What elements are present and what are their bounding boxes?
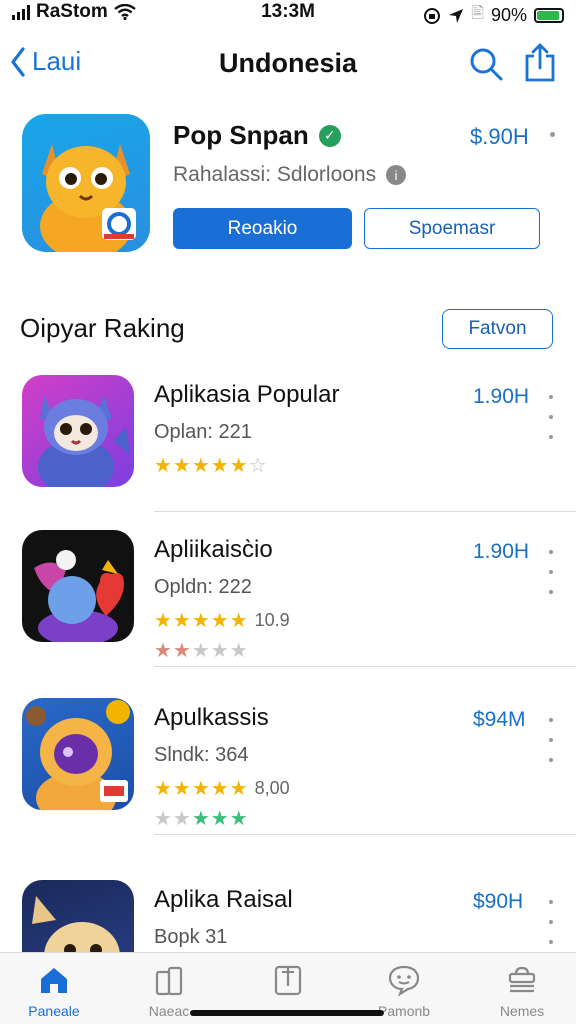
app-meta: Slndk: 364 xyxy=(154,744,249,766)
app-price[interactable]: $90H xyxy=(473,890,523,914)
app-title: Aplika Raisal xyxy=(154,886,293,913)
divider xyxy=(154,834,576,835)
tab-home[interactable]: Paneale xyxy=(6,963,102,1019)
section-see-all-button[interactable]: Fatvon xyxy=(442,309,553,349)
search-icon[interactable] xyxy=(468,46,504,82)
book-icon xyxy=(274,965,302,996)
app-title: Apliikaisc̀io xyxy=(154,536,273,563)
status-right: 🖹 90% xyxy=(423,2,564,29)
featured-secondary-button[interactable]: Spoemasr xyxy=(364,208,540,249)
star-rating: ★★★★★ 8,00 xyxy=(154,776,290,801)
more-options-icon[interactable] xyxy=(546,900,556,944)
secondary-star-rating: ★★ ★★★ xyxy=(154,638,249,663)
orientation-lock-icon xyxy=(424,7,441,24)
featured-app-subtitle: Rahalassi: Sdlorloons i xyxy=(173,163,407,187)
nav-bar: Laui Undonesia xyxy=(0,38,576,90)
app-meta: Bopk 31 xyxy=(154,926,228,948)
list-item[interactable]: Aplikasia Popular 1.90H Oplan: 221 ★★★★★… xyxy=(0,375,576,545)
featured-app-price[interactable]: $.90H xyxy=(470,124,529,150)
featured-app-title: Pop Snpan xyxy=(173,120,309,150)
app-meta: Opldn: 222 xyxy=(154,576,252,598)
more-options-icon[interactable] xyxy=(546,550,556,594)
star-empty-icon: ★★★ xyxy=(191,640,249,662)
star-icon: ★★★★★ xyxy=(154,778,249,800)
featured-app-name: Pop Snpan ✓ xyxy=(173,120,341,151)
tab-stack[interactable]: Nemes xyxy=(474,963,570,1019)
home-indicator[interactable] xyxy=(190,1010,384,1016)
divider xyxy=(154,666,576,667)
info-icon[interactable]: i xyxy=(386,165,407,185)
share-icon[interactable] xyxy=(522,42,558,84)
app-title: Apulkassis xyxy=(154,704,269,731)
status-bar: RaStom 13:3M 🖹 90% xyxy=(0,0,576,26)
star-outline-icon: ☆ xyxy=(248,455,268,477)
bird-heart-icon xyxy=(34,550,124,642)
app-title: Aplikasia Popular xyxy=(154,381,340,408)
location-icon xyxy=(449,8,464,23)
featured-primary-button[interactable]: Reoakio xyxy=(173,208,352,249)
app-icon[interactable] xyxy=(22,698,134,810)
section-title: Oipyar Raking xyxy=(20,313,185,343)
chat-icon xyxy=(388,965,420,996)
battery-icon xyxy=(534,8,564,23)
owl-mascot-icon xyxy=(38,395,130,487)
battery-percent: 90% xyxy=(490,5,527,25)
back-button[interactable]: Laui xyxy=(10,46,81,77)
featured-app-developer: Rahalassi: Sdlorloons xyxy=(173,163,377,186)
featured-app-icon[interactable] xyxy=(22,114,150,252)
back-label: Laui xyxy=(32,46,82,76)
list-item[interactable]: Apulkassis $94M Slndk: 364 ★★★★★ 8,00 ★★… xyxy=(0,698,576,868)
cat-mascot-icon xyxy=(40,144,136,252)
star-rating: ★★★★★ ☆ xyxy=(154,453,268,478)
tab-label: Paneale xyxy=(28,1003,80,1019)
star-rating: ★★★★★ 10.9 xyxy=(154,608,290,633)
app-icon[interactable] xyxy=(22,530,134,642)
star-icon: ★★★★★ xyxy=(154,455,249,477)
app-icon[interactable] xyxy=(22,375,134,487)
star-empty-icon: ★★ xyxy=(154,808,192,830)
app-price[interactable]: $94M xyxy=(473,708,526,732)
more-options-icon[interactable] xyxy=(546,718,556,762)
more-options-icon[interactable] xyxy=(546,395,556,439)
rating-value: 8,00 xyxy=(254,778,290,798)
app-meta: Oplan: 221 xyxy=(154,421,252,443)
app-price[interactable]: 1.90H xyxy=(473,540,529,564)
app-price[interactable]: 1.90H xyxy=(473,385,529,409)
apps-icon xyxy=(155,966,183,996)
chevron-left-icon xyxy=(11,46,25,77)
bluetooth-icon: 🖹 xyxy=(471,5,484,22)
star-icon: ★★★★★ xyxy=(154,610,249,632)
tab-label: Nemes xyxy=(499,1003,545,1019)
home-icon xyxy=(41,968,67,993)
verified-badge-icon: ✓ xyxy=(318,124,341,147)
list-item[interactable]: Apliikaisc̀io 1.90H Opldn: 222 ★★★★★ 10.… xyxy=(0,530,576,700)
more-dot-icon xyxy=(550,132,555,137)
tab-book[interactable] xyxy=(240,963,336,1003)
star-icon: ★★★ xyxy=(191,808,249,830)
divider xyxy=(154,511,576,512)
hooded-character-icon xyxy=(26,700,130,810)
star-icon: ★★ xyxy=(154,640,192,662)
stack-icon xyxy=(508,966,536,993)
rating-value: 10.9 xyxy=(254,610,290,630)
secondary-star-rating: ★★ ★★★ xyxy=(154,806,249,831)
